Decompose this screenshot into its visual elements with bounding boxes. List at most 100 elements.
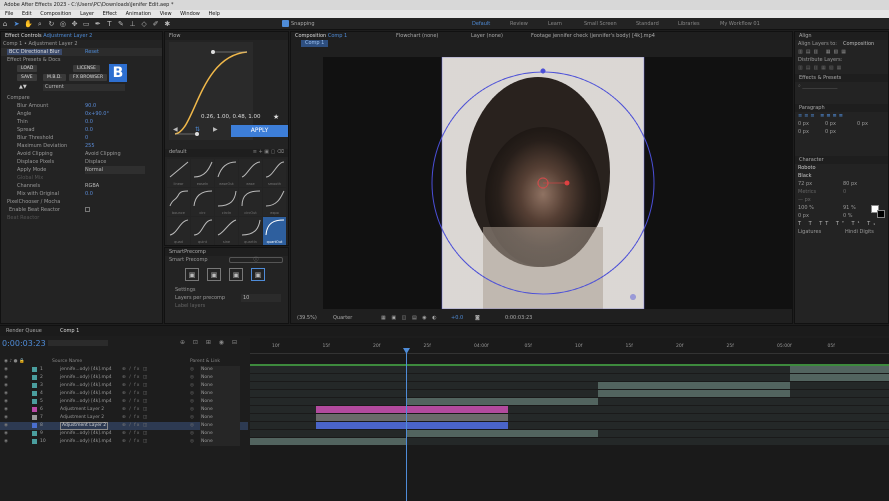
curve-preset-sine[interactable]: sine xyxy=(215,217,238,245)
label-layers[interactable]: Label layers xyxy=(165,302,288,310)
label-color-swatch[interactable] xyxy=(32,383,37,388)
curve-preset-ease[interactable]: ease xyxy=(239,159,262,187)
layer-row[interactable]: ◉ 3 jennife...ody) [4k].mp4 ⊛ / fx ◫ ◎ None xyxy=(0,382,248,390)
indent-first[interactable]: 0 px xyxy=(857,120,868,128)
space-after[interactable]: 0 px xyxy=(825,128,836,136)
param-apply-mode[interactable]: Apply Mode Normal xyxy=(1,166,162,174)
param-thin[interactable]: Thin 0.0 xyxy=(1,118,162,126)
apply-button[interactable]: APPLY xyxy=(231,125,288,137)
workspace-small-screen[interactable]: Small Screen xyxy=(584,21,617,27)
parent-pickwhip-icon[interactable]: ◎ xyxy=(190,390,194,398)
curve-preset-expo[interactable]: expo xyxy=(263,188,286,216)
parent-pickwhip-icon[interactable]: ◎ xyxy=(190,430,194,438)
curve-preset-circOut[interactable]: circOut xyxy=(239,188,262,216)
ligatures-checkbox[interactable]: Ligatures xyxy=(798,229,821,235)
param-beat-reactor[interactable]: Beat Reactor xyxy=(1,214,162,222)
home-icon[interactable]: ⌂ xyxy=(1,20,9,28)
prev-arrow-icon[interactable]: ◀ xyxy=(173,126,178,133)
layer-duration-bar[interactable] xyxy=(316,406,508,413)
layer-name[interactable]: jennife...ody) [4k].mp4 xyxy=(60,398,112,406)
parent-pickwhip-icon[interactable]: ◎ xyxy=(190,398,194,406)
menu-view[interactable]: View xyxy=(160,11,172,17)
effects-presets-tab[interactable]: Effects & Presets xyxy=(795,74,888,82)
flow-tab[interactable]: Flow xyxy=(165,32,288,40)
effects-search-input[interactable]: ⌕ ______________ xyxy=(795,82,888,90)
curve-preset-easeOut[interactable]: easeOut xyxy=(215,159,238,187)
layer-duration-bar[interactable] xyxy=(790,366,889,373)
comp-viewer-tab[interactable]: Comp 1 xyxy=(301,39,329,47)
param-global-mix[interactable]: Global Mix xyxy=(1,174,162,182)
param-pixelchooser[interactable]: PixelChooser / Mocha xyxy=(1,198,162,206)
layer-switches-icons[interactable]: ⊛ / fx ◫ xyxy=(122,366,148,374)
label-color-swatch[interactable] xyxy=(32,423,37,428)
resolution-select[interactable]: Quarter xyxy=(333,313,352,323)
workspace-standard[interactable]: Standard xyxy=(636,21,659,27)
visibility-icon[interactable]: ◉ xyxy=(4,422,8,430)
param-max-deviation[interactable]: Maximum Deviation 255 xyxy=(1,142,162,150)
layer-name[interactable]: Adjustment Layer 2 xyxy=(60,406,104,414)
hindi-digits-checkbox[interactable]: Hindi Digits xyxy=(845,228,874,236)
precomp-icon-3[interactable]: ▣ xyxy=(229,268,243,281)
parent-select[interactable]: None xyxy=(200,414,240,422)
menu-layer[interactable]: Layer xyxy=(80,11,94,17)
param-displace-pixels[interactable]: Displace Pixels Displace xyxy=(1,158,162,166)
indent-left[interactable]: 0 px xyxy=(798,121,809,127)
visibility-icon[interactable]: ◉ xyxy=(4,438,8,446)
curve-preset-quartIn[interactable]: quartIn xyxy=(239,217,262,245)
baseline-shift[interactable]: 0 px xyxy=(798,213,809,219)
tracking[interactable]: 0 xyxy=(843,188,846,196)
reset-link[interactable]: Reset xyxy=(85,48,99,56)
kerning[interactable]: Metrics xyxy=(798,189,816,195)
layer-duration-bar[interactable] xyxy=(598,382,790,389)
layer-name[interactable]: jennife...ody) [4k].mp4 xyxy=(60,374,112,382)
flow-preset-select[interactable]: default xyxy=(165,149,187,155)
layer-switches-icons[interactable]: ⊛ / fx ◫ xyxy=(122,390,148,398)
type-tool-icon[interactable]: T xyxy=(105,20,113,28)
workspace-default[interactable]: Default xyxy=(472,21,490,27)
effect-controls-tab[interactable]: Effect Controls xyxy=(5,33,42,39)
align-icons[interactable]: ▥▤▥ ▦▧▦ xyxy=(795,48,888,56)
radius-handle-top[interactable] xyxy=(540,68,546,74)
layers-per-precomp-input[interactable]: 10 xyxy=(241,294,281,302)
tsume[interactable]: 0 % xyxy=(843,212,853,220)
font-family-select[interactable]: Roboto xyxy=(795,164,888,172)
text-style-buttons[interactable]: T T TT Tᵀ T¹ T₁ xyxy=(795,220,888,228)
param-avoid-clipping[interactable]: Avoid Clipping Avoid Clipping xyxy=(1,150,162,158)
visibility-icon[interactable]: ◉ xyxy=(4,398,8,406)
curve-preset-quad[interactable]: quad xyxy=(167,217,190,245)
menu-help[interactable]: Help xyxy=(208,11,219,17)
layer-switches-icons[interactable]: ⊛ / fx ◫ xyxy=(122,374,148,382)
layer-name[interactable]: jennife...ody) [4k].mp4 xyxy=(60,366,112,374)
parent-pickwhip-icon[interactable]: ◎ xyxy=(190,406,194,414)
snapshot-icon[interactable]: ◙ xyxy=(475,313,480,323)
rectangle-tool-icon[interactable]: ▭ xyxy=(82,20,90,28)
layer-switches-icons[interactable]: ⊛ / fx ◫ xyxy=(122,414,148,422)
curve-preset-quint[interactable]: quint xyxy=(191,217,214,245)
align-to-select[interactable]: Composition xyxy=(843,40,874,48)
parent-select[interactable]: None xyxy=(200,390,240,398)
paragraph-align-icons[interactable]: ≡≡≡ ≣≣≣≣ xyxy=(795,112,888,120)
param-enable-beat-reactor[interactable]: Enable Beat Reactor xyxy=(1,206,162,214)
layer-switches-icons[interactable]: ⊛ / fx ◫ xyxy=(122,406,148,414)
fx-browser-button[interactable]: FX BROWSER xyxy=(69,74,108,81)
menu-window[interactable]: Window xyxy=(180,11,200,17)
preset-current-select[interactable]: Current xyxy=(43,84,125,91)
info-icon[interactable]: ⓘ xyxy=(229,257,283,263)
param-mix-original[interactable]: Mix with Original 0.0 xyxy=(1,190,162,198)
layer-duration-bar[interactable] xyxy=(406,398,598,405)
label-color-swatch[interactable] xyxy=(32,407,37,412)
parent-select[interactable]: None xyxy=(200,366,240,374)
label-color-swatch[interactable] xyxy=(32,367,37,372)
curve-preset-bounce[interactable]: bounce xyxy=(167,188,190,216)
curve-preset-easeIn[interactable]: easeIn xyxy=(191,159,214,187)
layer-switches-icons[interactable]: ⊛ / fx ◫ xyxy=(122,422,148,430)
footage-tab[interactable]: Footage jennifer check (jennifer's body)… xyxy=(531,32,655,40)
parent-pickwhip-icon[interactable]: ◎ xyxy=(190,366,194,374)
visibility-icon[interactable]: ◉ xyxy=(4,366,8,374)
camera-tool-icon[interactable]: ◎ xyxy=(59,20,67,28)
workspace-learn[interactable]: Learn xyxy=(548,21,562,27)
layer-row[interactable]: ◉ 1 jennife...ody) [4k].mp4 ⊛ / fx ◫ ◎ None xyxy=(0,366,248,374)
parent-link-header[interactable]: Parent & Link xyxy=(190,358,220,365)
paragraph-title[interactable]: Paragraph xyxy=(795,104,888,112)
space-before[interactable]: 0 px xyxy=(798,129,809,135)
